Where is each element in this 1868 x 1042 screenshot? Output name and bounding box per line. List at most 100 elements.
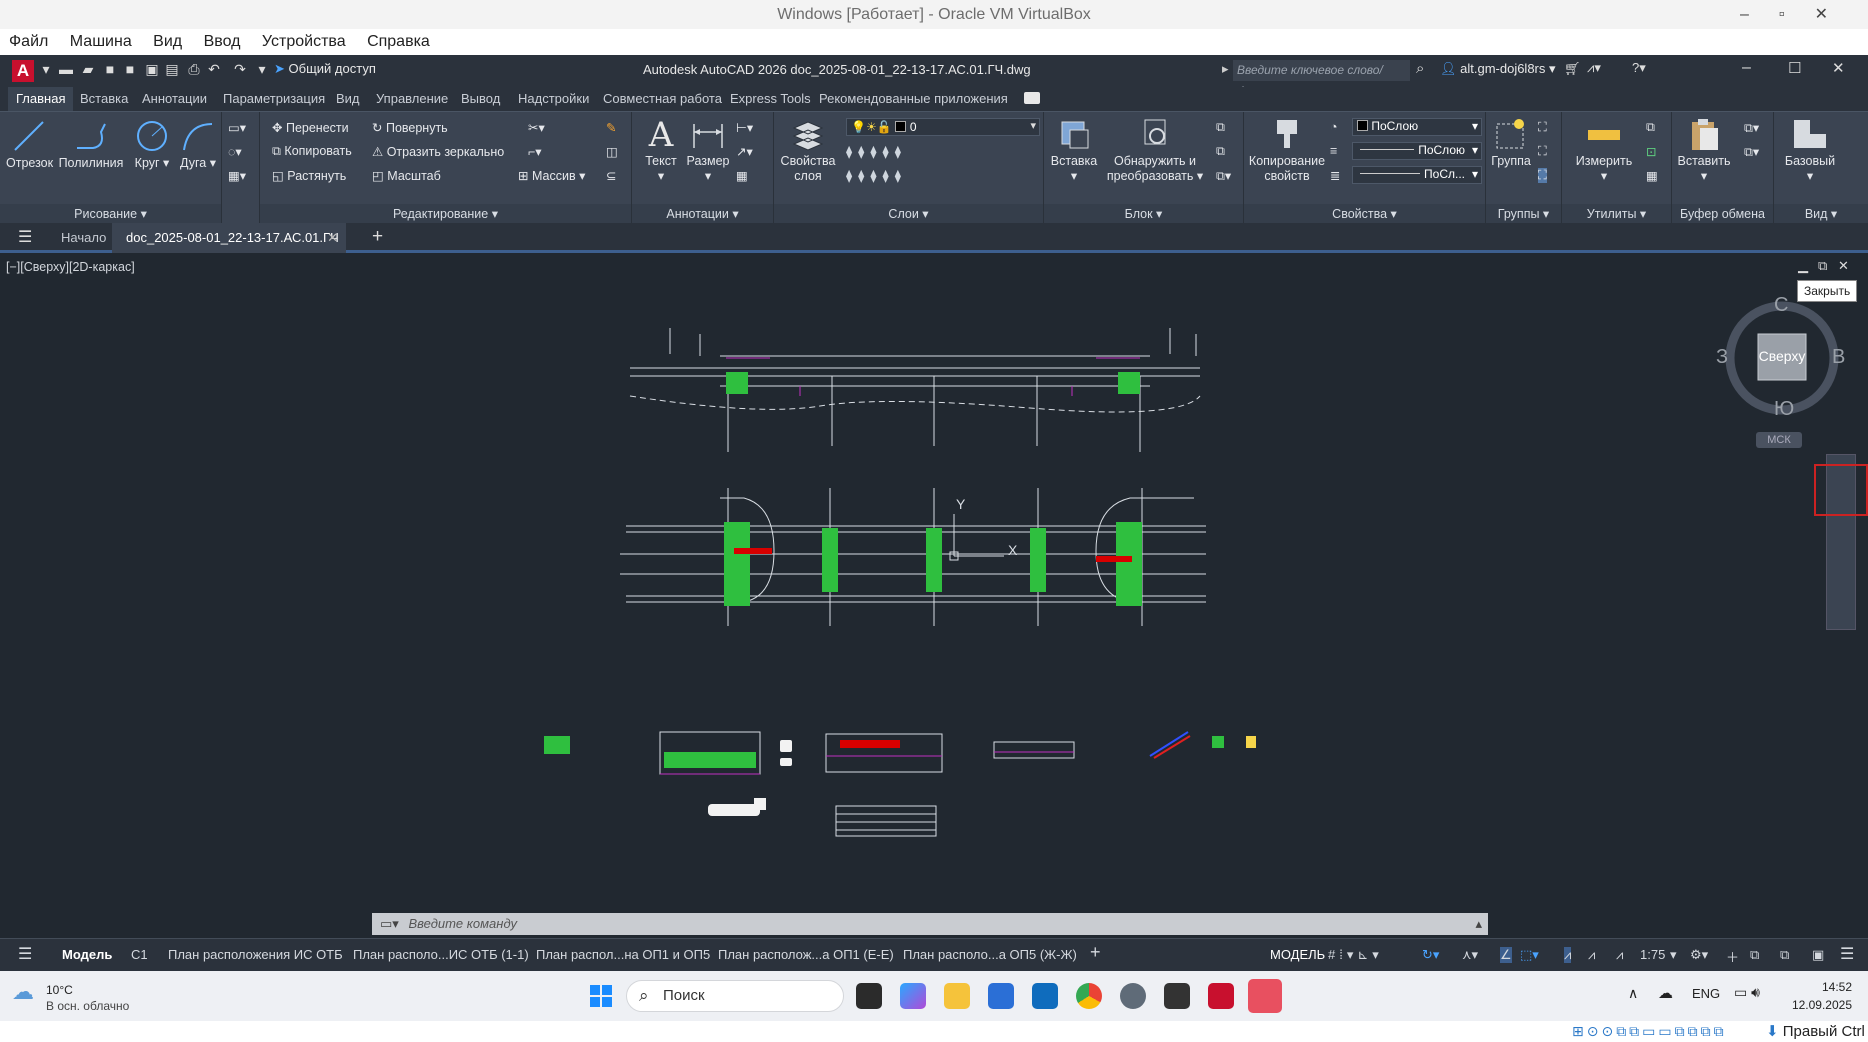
offset-icon[interactable]: ⊆ — [606, 168, 616, 183]
vbox-device-icons[interactable]: ⊞⊙⊙⧉⧉▭▭⧉⧉⧉⧉ — [1572, 1023, 1727, 1040]
edit-attributes-icon[interactable]: ⧉▾ — [1216, 168, 1231, 184]
color-wheel-icon[interactable]: ◔ — [1330, 120, 1338, 134]
layer-tools-row-1-icons[interactable]: ⧫⧫⧫⧫⧫ — [846, 144, 907, 159]
minimize-icon[interactable]: – — [1742, 59, 1751, 77]
circle-button[interactable]: Круг ▾ — [130, 118, 174, 171]
gradient-icon[interactable]: ▦▾ — [228, 168, 246, 183]
chrome-icon[interactable] — [1076, 983, 1102, 1009]
vbox-menu-help[interactable]: Справка — [358, 29, 438, 51]
save-icon[interactable]: ■ — [102, 61, 118, 77]
annotation-scale-icon[interactable]: ⩘ — [1616, 947, 1623, 963]
open-folder-icon[interactable]: ▰ — [80, 61, 96, 77]
file-explorer-icon[interactable] — [944, 983, 970, 1009]
object-snap-icon[interactable]: ⬚▾ — [1520, 947, 1539, 963]
leader-icon[interactable]: ↗▾ — [736, 144, 753, 159]
clock-date[interactable]: 12.09.2025 — [1786, 998, 1852, 1012]
vbox-menu-view[interactable]: Вид — [144, 29, 190, 51]
panel-clipboard-label[interactable]: Буфер обмена — [1672, 204, 1773, 224]
tab-layout-2[interactable]: План расположения ИС ОТБ — [168, 947, 343, 962]
mirror-button[interactable]: ⚠︎ Отразить зеркально — [372, 144, 504, 159]
tab-home[interactable]: Главная — [8, 87, 74, 111]
language-indicator[interactable]: ENG — [1692, 986, 1720, 1001]
tab-start[interactable]: Начало — [61, 230, 106, 245]
ungroup-icon[interactable]: ⛶ — [1538, 120, 1547, 135]
network-volume-icons[interactable]: ▭ 🔊︎ — [1734, 984, 1760, 1001]
new-tab-icon[interactable]: + — [372, 226, 383, 248]
fillet-icon[interactable]: ⌐▾ — [528, 144, 542, 159]
tab-insert[interactable]: Вставка — [80, 91, 128, 106]
window-controls[interactable]: –▫✕ — [1740, 0, 1858, 29]
calculator-icon[interactable]: ▦ — [1646, 168, 1658, 183]
maximize-icon[interactable]: ☐ — [1788, 59, 1801, 77]
workspace-gear-icon[interactable]: ⚙▾ — [1690, 947, 1708, 963]
layer-dropdown[interactable]: 💡☀🔓 0 ▾ — [846, 118, 1040, 136]
clock-time[interactable]: 14:52 — [1800, 980, 1852, 994]
tab-layout-c1[interactable]: С1 — [131, 947, 148, 962]
tab-layout-4[interactable]: План распол...на ОП1 и ОП5 — [536, 947, 710, 962]
tab-current-document[interactable]: doc_2025-08-01_22-13-17.АС.01.ГЧ *✕ — [112, 223, 346, 275]
search-icon[interactable]: ⌕ — [1416, 60, 1424, 77]
edit-block-icon[interactable]: ⧉ — [1216, 144, 1225, 159]
tab-addins[interactable]: Надстройки — [518, 91, 589, 106]
vbox-menu-machine[interactable]: Машина — [61, 29, 140, 51]
annotation-scale[interactable]: 1:75 — [1640, 947, 1665, 962]
rectangle-icon[interactable]: ▭▾ — [228, 120, 246, 135]
quick-select-icon[interactable]: ⧉ — [1646, 120, 1655, 135]
lineweight-dropdown[interactable]: ПоСлою ▾ — [1352, 142, 1482, 160]
drawing-area[interactable]: [−][Сверху][2D-каркас] ▁ ⧉ ✕ Закрыть С Ю… — [0, 256, 1868, 956]
hatch-icon[interactable]: ◌▾ — [228, 144, 242, 159]
arc-button[interactable]: Дуга ▾ — [176, 118, 220, 171]
polyline-button[interactable]: Полилиния — [56, 118, 126, 171]
table-icon[interactable]: ▦ — [736, 168, 748, 183]
layer-tools-row-2-icons[interactable]: ⧫⧫⧫⧫⧫ — [846, 168, 907, 183]
panel-layers-label[interactable]: Слои ▾ — [774, 204, 1043, 224]
polar-tracking-icon[interactable]: ↻▾ — [1422, 947, 1439, 963]
panel-draw-label[interactable]: Рисование ▾ — [0, 204, 221, 224]
tab-close-icon[interactable]: ✕ — [327, 223, 338, 253]
tray-expand-icon[interactable]: ∧ — [1628, 985, 1638, 1002]
menu-arrow-icon[interactable]: ▾ — [38, 61, 54, 77]
quick-properties-icon[interactable]: ⧉ — [1780, 947, 1789, 963]
panel-annotation-label[interactable]: Аннотации ▾ — [632, 204, 773, 224]
tab-featured-apps[interactable]: Рекомендованные приложения — [819, 91, 1008, 106]
grid-snap-icons[interactable]: #⁞▾⊾▾ — [1328, 947, 1383, 963]
command-history-icon[interactable]: ▴ — [1475, 913, 1482, 935]
vbox-menu-input[interactable]: Ввод — [195, 29, 249, 51]
cart-icon[interactable]: 🛒︎ — [1564, 61, 1581, 77]
layer-properties-button[interactable]: Свойства слоя — [778, 116, 838, 184]
copy-button[interactable]: ⧉ Копировать — [272, 144, 352, 159]
panel-view-label[interactable]: Вид ▾ — [1774, 204, 1868, 224]
m365-icon[interactable] — [900, 983, 926, 1009]
autodesk-a360-icon[interactable]: ⩘▾ — [1587, 60, 1601, 76]
match-properties-button[interactable]: Копирование свойств — [1248, 116, 1326, 184]
cut-icon[interactable]: ⧉▾ — [1744, 120, 1759, 136]
ribbon-toggle-icon[interactable] — [1024, 92, 1040, 104]
plot-icon[interactable]: ▤ — [164, 61, 180, 77]
panel-block-label[interactable]: Блок ▾ — [1044, 204, 1243, 224]
settings-icon[interactable] — [1120, 983, 1146, 1009]
annotation-monitor-icon[interactable]: ＋ — [1726, 947, 1739, 966]
linetype-dropdown[interactable]: ПоСл... ▾ — [1352, 166, 1482, 184]
autocad-logo-icon[interactable]: A — [12, 60, 34, 82]
rotate-button[interactable]: ↻ Повернуть — [372, 120, 448, 135]
command-input[interactable]: ▭▾ Введите команду ▴ — [372, 913, 1488, 935]
color-dropdown[interactable]: ПоСлою ▾ — [1352, 118, 1482, 136]
autocad-lt-icon[interactable] — [1164, 983, 1190, 1009]
dimension-button[interactable]: Размер ▾ — [684, 118, 732, 184]
group-select-icon[interactable]: ⛶ — [1538, 168, 1547, 183]
tab-parametric[interactable]: Параметризация — [223, 91, 325, 106]
weather-desc[interactable]: В осн. облачно — [46, 999, 129, 1013]
group-button[interactable]: Группа — [1490, 116, 1532, 169]
tab-collaborate[interactable]: Совместная работа — [603, 91, 722, 106]
new-layout-icon[interactable]: + — [1090, 942, 1101, 963]
vbox-menu-file[interactable]: Файл — [0, 29, 56, 51]
store-icon[interactable] — [988, 983, 1014, 1009]
create-block-icon[interactable]: ⧉ — [1216, 120, 1225, 135]
print-icon[interactable]: ⎙ — [186, 61, 202, 77]
task-view-icon[interactable] — [856, 983, 882, 1009]
annotation-visibility-icon[interactable]: ⩘ — [1564, 947, 1572, 963]
erase-icon[interactable]: ✎ — [606, 120, 616, 135]
panel-utilities-label[interactable]: Утилиты ▾ — [1562, 204, 1671, 224]
start-icon[interactable] — [588, 983, 614, 1009]
search-input[interactable]: Введите ключевое слово/фразу — [1233, 60, 1410, 98]
